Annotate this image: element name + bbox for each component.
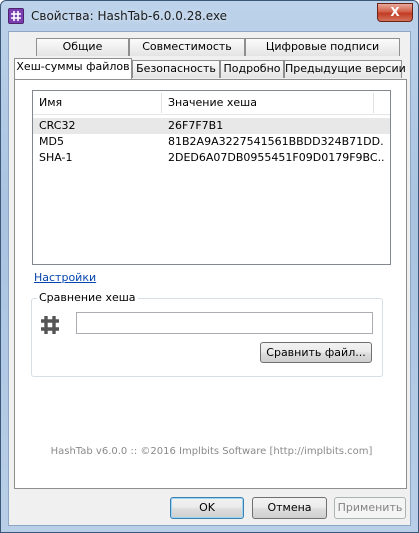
tab-details[interactable]: Подробно [220,60,284,78]
tab-digital-signatures[interactable]: Цифровые подписи [245,38,400,56]
properties-dialog: Свойства: HashTab-6.0.0.28.exe X Общие С… [0,0,419,533]
table-row[interactable]: MD5 81B2A9A3227541561BBDD324B71DD... [33,134,390,150]
hash-value-cell: 81B2A9A3227541561BBDD324B71DD... [168,135,384,148]
compare-file-button[interactable]: Сравнить файл... [260,342,372,363]
hash-icon [39,314,61,339]
file-hashes-panel: Имя Значение хеша CRC32 26F7F7B1 MD5 81B… [14,79,407,489]
hash-list-header: Имя Значение хеша [33,91,390,115]
table-row[interactable]: SHA-1 2DED6A07DB0955451F09D0179F9BC... [33,150,390,166]
tab-previous-versions[interactable]: Предыдущие версии [284,60,406,78]
hash-list[interactable]: Имя Значение хеша CRC32 26F7F7B1 MD5 81B… [32,90,391,265]
hash-name-cell: SHA-1 [39,151,73,164]
hash-name-cell: MD5 [39,135,64,148]
compare-hash-group [31,298,383,377]
ok-button[interactable]: OK [170,497,244,519]
cancel-button[interactable]: Отмена [252,497,327,519]
column-separator[interactable] [373,93,374,113]
tab-compatibility[interactable]: Совместимость [129,38,245,56]
hash-value-cell: 2DED6A07DB0955451F09D0179F9BC... [168,151,384,164]
compare-hash-input[interactable] [76,312,373,334]
tab-security[interactable]: Безопасность [132,60,220,78]
hashtab-app-icon [8,8,24,24]
column-header-hash-value[interactable]: Значение хеша [162,91,362,115]
tab-general[interactable]: Общие [36,38,129,56]
compare-hash-group-title: Сравнение хеша [37,291,138,304]
close-button[interactable]: X [377,3,413,22]
title-bar[interactable]: Свойства: HashTab-6.0.0.28.exe X [1,1,418,31]
hash-name-cell: CRC32 [39,119,76,132]
tab-file-hashes[interactable]: Хеш-суммы файлов [14,58,132,79]
table-row[interactable]: CRC32 26F7F7B1 [33,118,390,134]
dialog-client-area: Общие Совместимость Цифровые подписи Хеш… [8,31,411,526]
hash-value-cell: 26F7F7B1 [168,119,224,132]
footer-copyright: HashTab v6.0.0 :: ©2016 Implbits Softwar… [50,446,373,457]
column-header-name[interactable]: Имя [33,91,163,115]
settings-link[interactable]: Настройки [34,271,96,284]
apply-button[interactable]: Применить [334,497,406,519]
window-title: Свойства: HashTab-6.0.0.28.exe [31,9,228,23]
